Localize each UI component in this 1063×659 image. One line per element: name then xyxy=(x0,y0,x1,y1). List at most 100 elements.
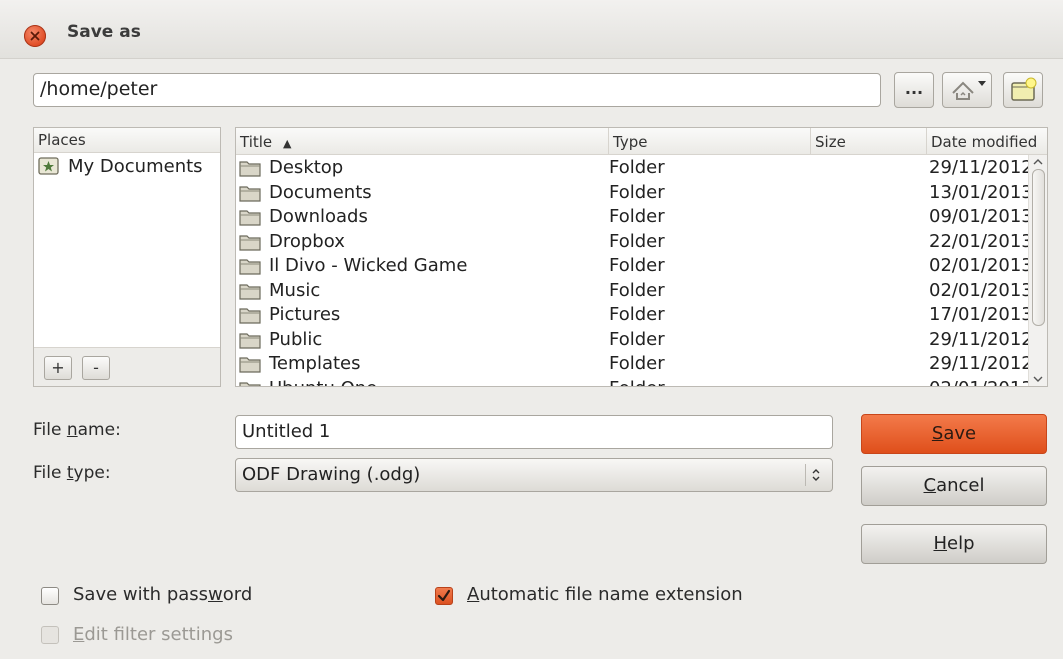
up-level-button[interactable] xyxy=(942,72,992,108)
file-title: Ubuntu One xyxy=(269,378,377,387)
automatic-extension-checkbox[interactable] xyxy=(435,587,453,605)
file-type-label: File type: xyxy=(33,463,111,483)
file-rows: Desktop Folder 29/11/2012 Documents Folder 13… xyxy=(236,156,1033,387)
new-folder-button[interactable] xyxy=(1003,72,1043,108)
file-date: 29/11/2012 xyxy=(929,157,1033,178)
file-date: 29/11/2012 xyxy=(929,353,1033,374)
file-date: 02/01/2013 xyxy=(929,255,1033,276)
save-with-password-label[interactable]: Save with password xyxy=(73,584,252,605)
file-name-label-mnemonic: n xyxy=(66,420,78,440)
file-type-label-pre: File xyxy=(33,463,67,483)
help-button[interactable]: Help xyxy=(861,524,1047,564)
chevron-updown-icon xyxy=(812,469,820,481)
file-row[interactable]: Music Folder 02/01/2013 xyxy=(236,279,1033,304)
sort-ascending-icon: ▲ xyxy=(282,137,292,150)
save-button-mnemonic: S xyxy=(931,423,944,444)
file-date: 22/01/2013 xyxy=(929,230,1033,252)
file-date: 13/01/2013 xyxy=(929,181,1033,203)
file-type: Folder xyxy=(609,279,665,301)
file-date: 02/01/2013 xyxy=(929,279,1033,301)
edit-filter-settings-label-rest: dit filter settings xyxy=(84,624,233,645)
file-name-input[interactable]: Untitled 1 xyxy=(235,415,833,449)
folder-icon xyxy=(239,357,261,373)
scroll-down-icon xyxy=(1033,376,1043,382)
scrollbar-thumb[interactable] xyxy=(1032,169,1045,326)
up-folder-icon xyxy=(952,81,986,100)
help-button-mnemonic: H xyxy=(933,533,948,554)
file-type-select[interactable]: ODF Drawing (.odg) xyxy=(235,458,833,492)
file-row[interactable]: Ubuntu One Folder 02/01/2013 xyxy=(236,377,1033,387)
file-type: Folder xyxy=(609,328,665,350)
save-with-password-label-pre: Save with pass xyxy=(73,584,209,605)
file-row[interactable]: Documents Folder 13/01/2013 xyxy=(236,181,1033,206)
folder-icon xyxy=(239,161,261,177)
file-row[interactable]: Downloads Folder 09/01/2013 xyxy=(236,205,1033,230)
file-type: Folder xyxy=(609,255,665,276)
add-place-button[interactable]: + xyxy=(44,356,72,380)
places-item-my-documents[interactable]: My Documents xyxy=(34,153,220,179)
save-with-password-label-post: ord xyxy=(222,584,253,605)
file-list: Title ▲ Type Size Date modified Desktop F… xyxy=(235,127,1048,387)
file-row[interactable]: Il Divo - Wicked Game Folder 02/01/2013 xyxy=(236,254,1033,279)
file-list-header: Title ▲ Type Size Date modified xyxy=(236,128,1047,155)
file-name-label-pre: File xyxy=(33,420,67,440)
save-button[interactable]: Save xyxy=(861,414,1047,454)
column-title-label: Title xyxy=(240,133,273,151)
file-row[interactable]: Dropbox Folder 22/01/2013 xyxy=(236,230,1033,255)
cancel-button[interactable]: Cancel xyxy=(861,466,1047,506)
file-title: Pictures xyxy=(269,304,341,325)
folder-icon xyxy=(239,210,261,226)
file-row[interactable]: Desktop Folder 29/11/2012 xyxy=(236,156,1033,181)
folder-icon xyxy=(239,308,261,324)
file-date: 09/01/2013 xyxy=(929,206,1033,227)
vertical-scrollbar[interactable] xyxy=(1028,155,1047,386)
window-title: Save as xyxy=(67,22,141,42)
places-toolbar: + - xyxy=(34,347,220,386)
folder-icon xyxy=(239,185,261,202)
file-date: 17/01/2013 xyxy=(929,304,1033,325)
remove-place-button[interactable]: - xyxy=(82,356,110,380)
cancel-button-label: ancel xyxy=(936,475,985,496)
file-title: Downloads xyxy=(269,206,368,227)
file-type: Folder xyxy=(609,206,665,227)
file-date: 02/01/2013 xyxy=(929,378,1033,387)
save-button-label: ave xyxy=(943,423,977,444)
file-row[interactable]: Templates Folder 29/11/2012 xyxy=(236,352,1033,377)
places-header: Places xyxy=(34,128,220,153)
file-type: Folder xyxy=(609,353,665,374)
column-header-date[interactable]: Date modified xyxy=(926,128,1047,154)
edit-filter-settings-mnemonic: E xyxy=(73,624,85,645)
scroll-up-icon xyxy=(1033,159,1043,165)
save-with-password-checkbox[interactable] xyxy=(41,587,59,605)
file-type: Folder xyxy=(609,304,665,325)
close-button[interactable] xyxy=(24,25,46,47)
places-panel: Places My Documents + - xyxy=(33,127,221,387)
file-date: 29/11/2012 xyxy=(929,328,1033,350)
file-name-label: File name: xyxy=(33,420,121,440)
path-input[interactable]: /home/peter xyxy=(33,73,881,107)
file-type-label-mnemonic: t xyxy=(66,463,74,483)
file-title: Il Divo - Wicked Game xyxy=(269,255,468,276)
file-title: Dropbox xyxy=(269,230,345,252)
automatic-extension-label[interactable]: Automatic file name extension xyxy=(467,584,743,605)
folder-icon xyxy=(239,381,261,386)
file-row[interactable]: Public Folder 29/11/2012 xyxy=(236,328,1033,353)
column-header-type[interactable]: Type xyxy=(608,128,810,154)
file-type: Folder xyxy=(609,181,665,203)
file-row[interactable]: Pictures Folder 17/01/2013 xyxy=(236,303,1033,328)
column-header-size[interactable]: Size xyxy=(810,128,926,154)
title-bar: Save as xyxy=(0,0,1063,59)
edit-filter-settings-label: Edit filter settings xyxy=(73,624,233,645)
star-folder-icon xyxy=(38,157,59,175)
column-header-title[interactable]: Title ▲ xyxy=(236,128,608,154)
folder-icon xyxy=(239,259,261,275)
save-with-password-mnemonic: w xyxy=(208,584,223,605)
file-title: Templates xyxy=(269,353,361,374)
browse-button-label: ... xyxy=(904,79,924,98)
browse-button[interactable]: ... xyxy=(894,72,934,108)
folder-icon xyxy=(239,283,261,300)
automatic-extension-mnemonic: A xyxy=(467,584,480,605)
file-title: Desktop xyxy=(269,157,344,178)
file-type-spinner xyxy=(805,464,826,486)
file-type: Folder xyxy=(609,157,665,178)
